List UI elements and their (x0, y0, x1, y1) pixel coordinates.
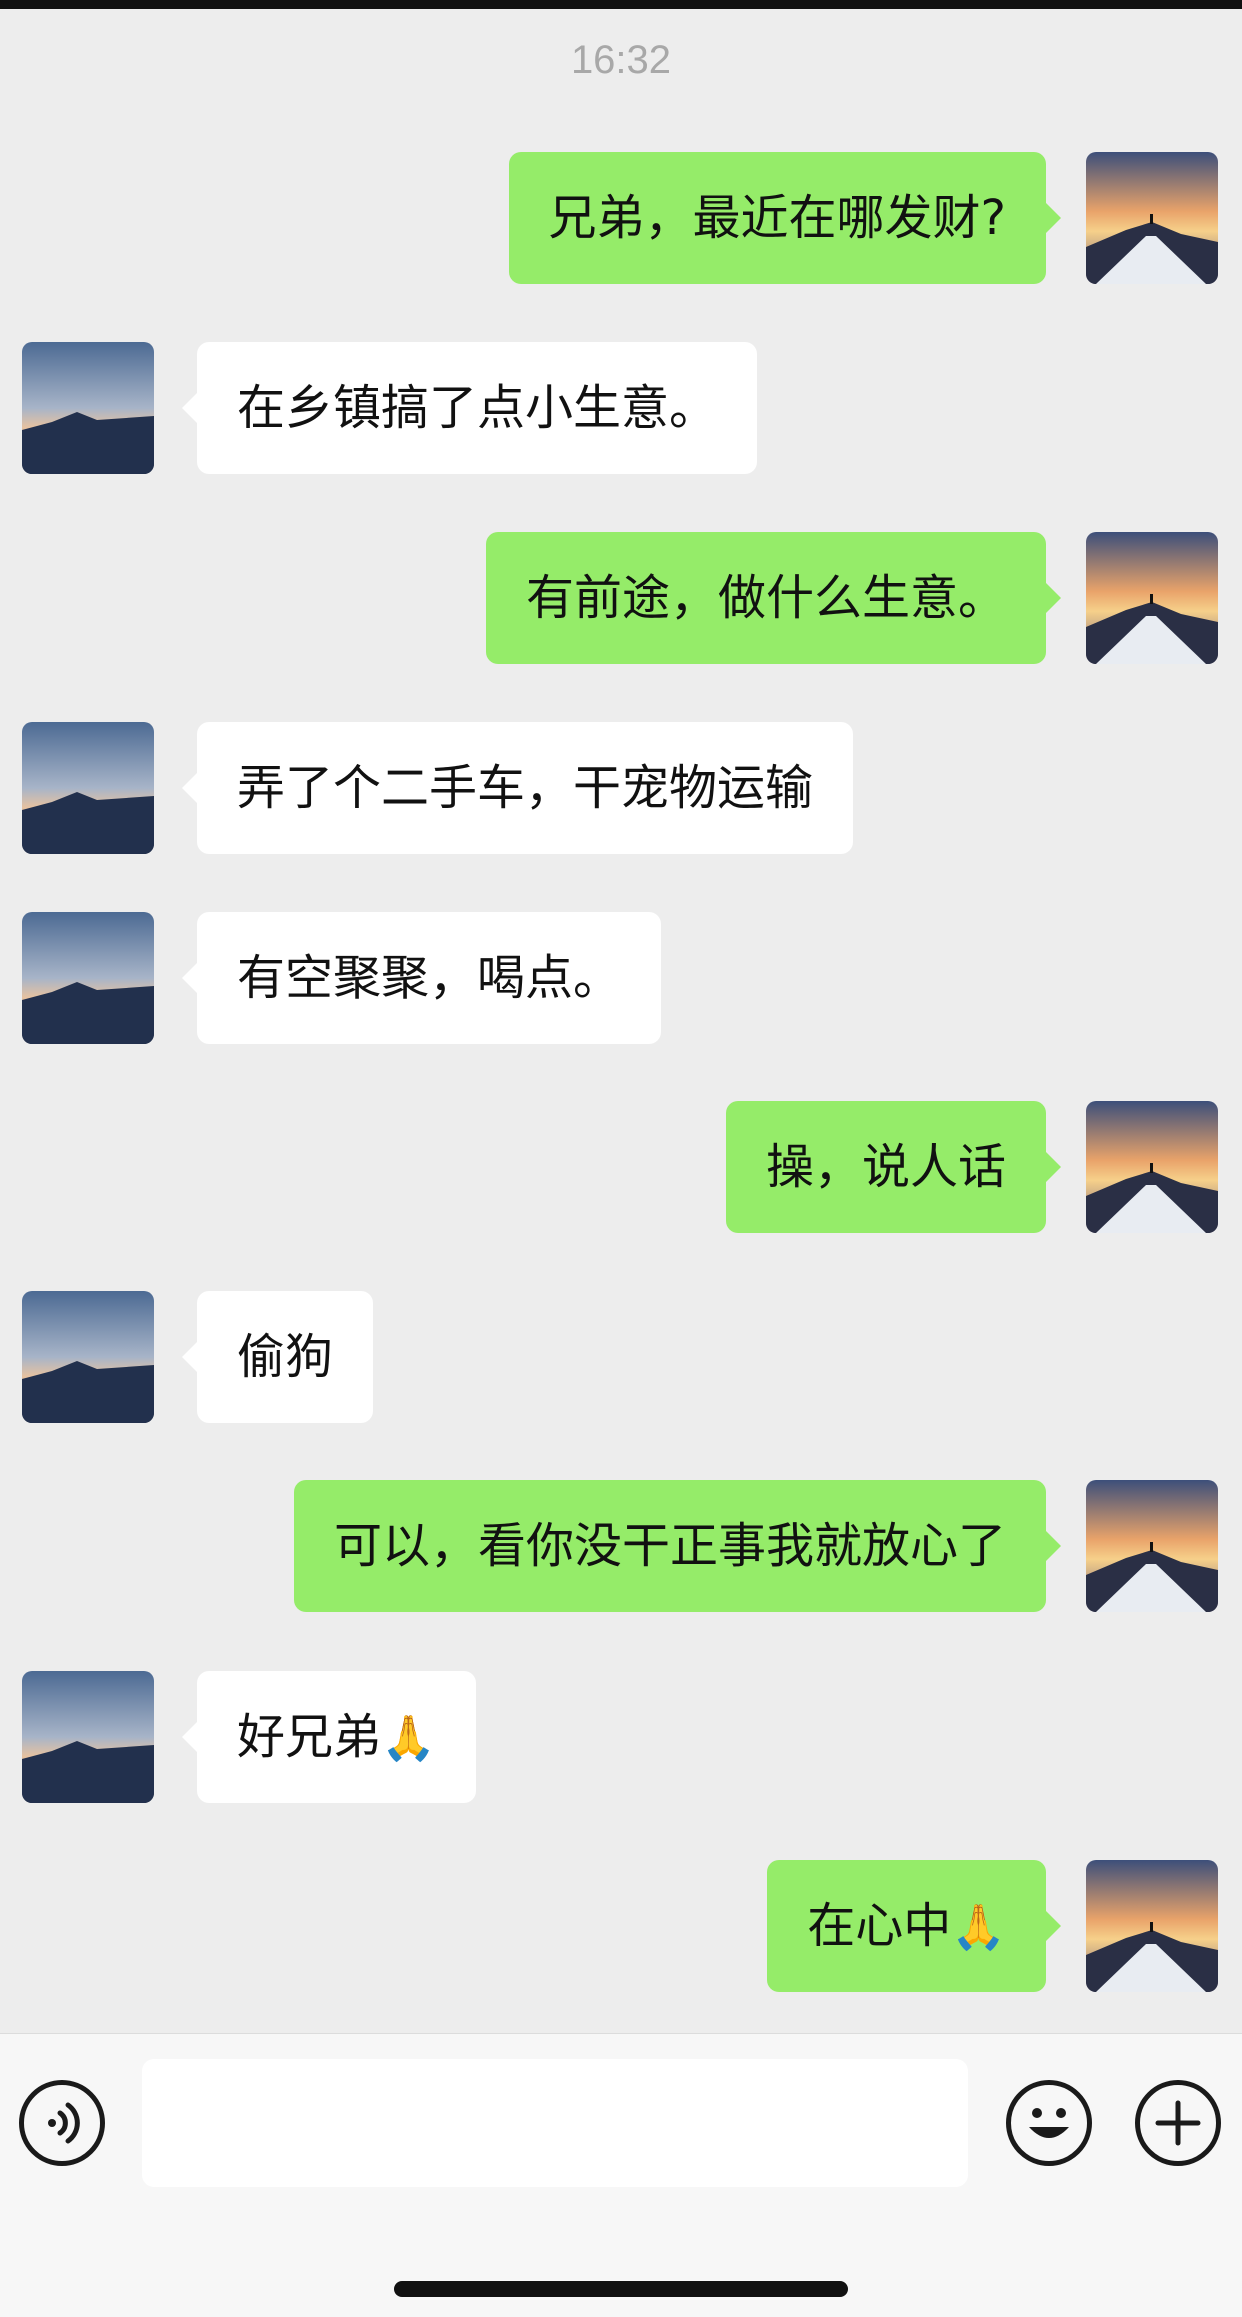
my-avatar[interactable] (1086, 1480, 1218, 1612)
message-row: 偷狗 (0, 1291, 1242, 1423)
message-text: 有前途，做什么生意。 (525, 570, 1006, 626)
message-bubble-sent[interactable]: 可以，看你没干正事我就放心了 (293, 1480, 1062, 1612)
friend-avatar[interactable] (22, 912, 154, 1044)
chat-input-bar (0, 2033, 1242, 2317)
message-text: 偷狗 (237, 1329, 334, 1385)
emoji-face-icon (1029, 2108, 1069, 2138)
voice-button[interactable] (19, 2080, 105, 2166)
my-avatar[interactable] (1086, 1101, 1218, 1233)
message-input[interactable] (142, 2059, 968, 2187)
message-bubble-received[interactable]: 弄了个二手车，干宠物运输 (181, 722, 854, 854)
message-row: 操，说人话 (0, 1101, 1242, 1233)
message-bubble-sent[interactable]: 操，说人话 (725, 1101, 1062, 1233)
my-avatar[interactable] (1086, 532, 1218, 664)
message-row: 兄弟，最近在哪发财? (0, 152, 1242, 284)
pray-hands-emoji: 🙏 (381, 1713, 436, 1764)
message-text: 有空聚聚，喝点。 (237, 950, 622, 1006)
message-bubble-received[interactable]: 有空聚聚，喝点。 (181, 912, 662, 1044)
home-indicator[interactable] (394, 2281, 848, 2297)
my-avatar[interactable] (1086, 152, 1218, 284)
voice-icon (48, 2102, 80, 2144)
message-text: 在乡镇搞了点小生意。 (237, 380, 718, 436)
message-text: 兄弟，最近在哪发财? (548, 190, 1006, 246)
friend-avatar[interactable] (22, 1671, 154, 1803)
message-bubble-received[interactable]: 偷狗 (181, 1291, 374, 1423)
pray-hands-emoji: 🙏 (951, 1902, 1006, 1953)
message-text: 操，说人话 (765, 1139, 1006, 1195)
message-row: 有前途，做什么生意。 (0, 532, 1242, 664)
message-row: 弄了个二手车，干宠物运输 (0, 722, 1242, 854)
message-bubble-sent[interactable]: 有前途，做什么生意。 (485, 532, 1062, 664)
message-text: 可以，看你没干正事我就放心了 (333, 1518, 1006, 1574)
message-row: 在心中🙏 (0, 1860, 1242, 1992)
message-text: 好兄弟 (237, 1709, 382, 1765)
message-bubble-received[interactable]: 好兄弟🙏 (182, 1671, 476, 1803)
message-row: 可以，看你没干正事我就放心了 (0, 1480, 1242, 1612)
message-text: 弄了个二手车，干宠物运输 (237, 760, 814, 816)
friend-avatar[interactable] (22, 722, 154, 854)
message-row: 在乡镇搞了点小生意。 (0, 342, 1242, 474)
plus-icon (1155, 2100, 1201, 2146)
message-text: 在心中 (807, 1898, 952, 1954)
status-bar-strip (0, 0, 1242, 9)
message-row: 有空聚聚，喝点。 (0, 912, 1242, 1044)
friend-avatar[interactable] (22, 342, 154, 474)
my-avatar[interactable] (1086, 1860, 1218, 1992)
message-bubble-received[interactable]: 在乡镇搞了点小生意。 (181, 342, 758, 474)
message-row: 好兄弟🙏 (0, 1671, 1242, 1803)
more-button[interactable] (1135, 2080, 1221, 2166)
friend-avatar[interactable] (22, 1291, 154, 1423)
message-bubble-sent[interactable]: 兄弟，最近在哪发财? (508, 152, 1062, 284)
emoji-button[interactable] (1006, 2080, 1092, 2166)
message-bubble-sent[interactable]: 在心中🙏 (767, 1860, 1061, 1992)
chat-timestamp: 16:32 (570, 38, 672, 82)
